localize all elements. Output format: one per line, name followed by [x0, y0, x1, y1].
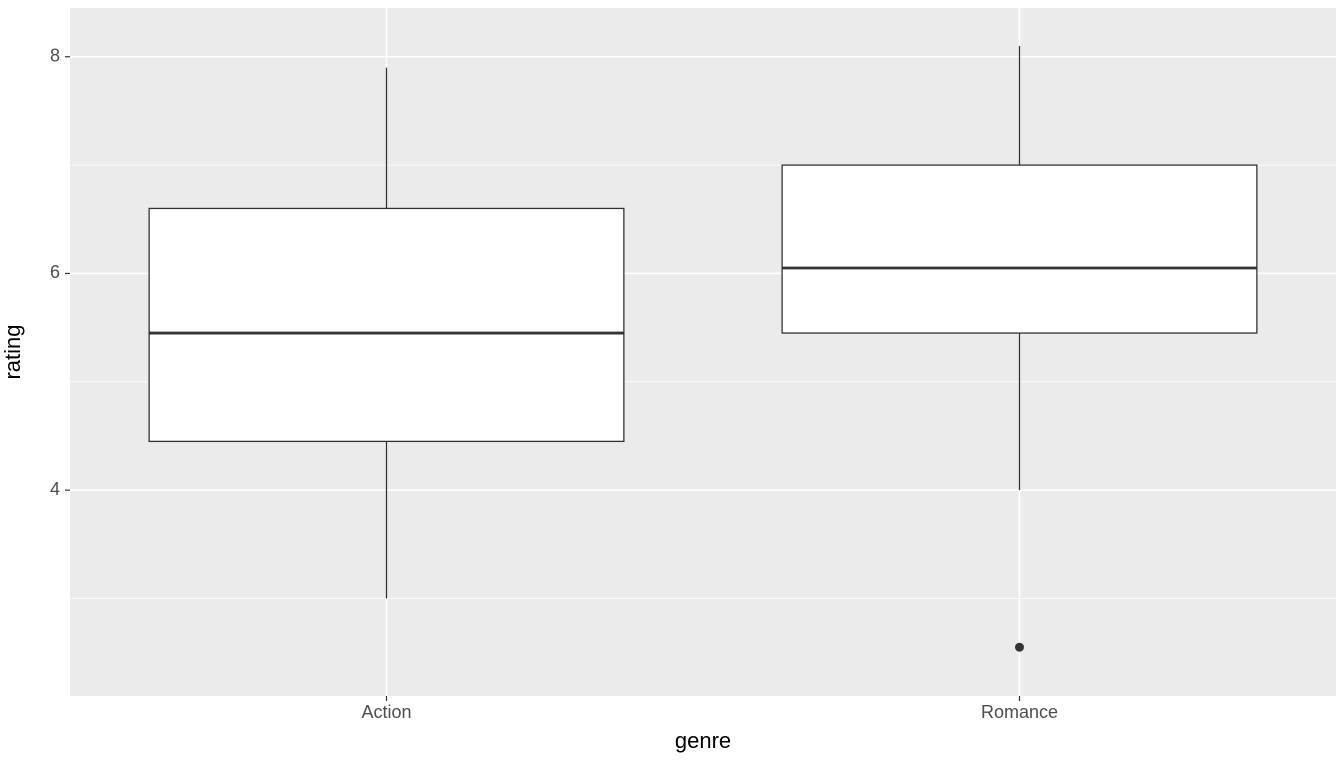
boxplot-chart: 4 6 8 Action Romance genre rating — [0, 0, 1344, 768]
y-tick-label: 8 — [50, 46, 60, 66]
y-tick-label: 6 — [50, 262, 60, 282]
y-axis-title: rating — [0, 324, 25, 379]
x-axis-title: genre — [675, 728, 731, 753]
box — [782, 165, 1257, 333]
y-tick-label: 4 — [50, 479, 60, 499]
outlier-point — [1015, 643, 1024, 652]
box — [149, 208, 624, 441]
x-tick-label: Action — [361, 702, 411, 722]
chart-svg: 4 6 8 Action Romance genre rating — [0, 0, 1344, 768]
x-tick-label: Romance — [981, 702, 1058, 722]
